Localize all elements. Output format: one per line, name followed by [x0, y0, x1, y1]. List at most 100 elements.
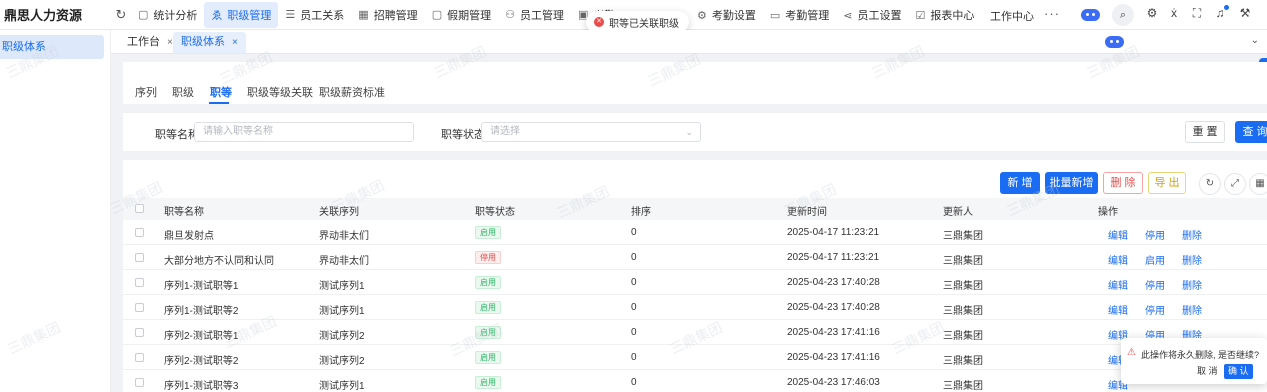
column-header[interactable]: 职等名称 — [164, 203, 204, 218]
chevron-down-icon[interactable]: ⌄ — [1251, 35, 1259, 46]
share-icon: ⋖ — [843, 9, 853, 22]
edit-link[interactable]: 编辑 — [1108, 277, 1128, 292]
subtab-rank-grade-link[interactable]: 职级等级关联 — [247, 84, 313, 100]
tab-rank-system[interactable]: 职级体系 × — [173, 32, 246, 53]
column-header[interactable]: 职等状态 — [475, 203, 515, 218]
export-button[interactable]: 导 出 — [1148, 172, 1186, 194]
grade-name-cell: 序列1-测试职等1 — [164, 281, 239, 292]
page-tabs: 工作台 × 职级体系 × ⌄ — [111, 30, 1267, 54]
row-checkbox[interactable] — [135, 353, 144, 362]
report-icon: ☑ — [915, 9, 926, 22]
grade-status-select[interactable]: 请选择 ⌄ — [481, 122, 701, 142]
grade-name-label: 职等名称 — [155, 129, 199, 141]
nav-item-leave[interactable]: ▢ 假期管理 — [425, 2, 498, 28]
order-cell: 0 — [631, 377, 637, 388]
grade-name-input[interactable]: 请输入职等名称 — [194, 122, 414, 142]
wrench-icon[interactable]: ⚒ — [1237, 6, 1253, 20]
nav-item-rank-management[interactable]: ゑ职级管理 — [204, 1, 279, 28]
toggle-status-link[interactable]: 启用 — [1145, 252, 1165, 267]
nav-item-statistics[interactable]: ▢ 统计分析 — [131, 2, 204, 28]
delete-link[interactable]: 删除 — [1182, 252, 1202, 267]
refresh-icon[interactable]: ↻ — [111, 7, 131, 23]
grade-name-cell: 序列2-测试职等1 — [164, 331, 239, 342]
delete-confirm-popover: ⚠ 此操作将永久删除, 是否继续? 取 消 确 认 — [1121, 338, 1267, 384]
delete-link[interactable]: 删除 — [1182, 227, 1202, 242]
filter-bar: 职等名称 请输入职等名称 职等状态 请选择 ⌄ 重 置 查 询 — [123, 113, 1267, 151]
updated-by-cell: 三鼎集团 — [943, 306, 983, 317]
status-badge: 启用 — [475, 376, 501, 389]
settings-icon[interactable]: ⚙ — [1144, 6, 1160, 20]
nav-item-report-center[interactable]: ☑ 报表中心 — [909, 2, 982, 28]
updated-by-cell: 三鼎集团 — [943, 381, 983, 392]
gear-icon: ⚙ — [697, 9, 707, 22]
translate-icon[interactable]: ẋ — [1166, 6, 1182, 20]
search-icon[interactable]: ⌕ — [1112, 4, 1134, 26]
tab-workbench[interactable]: 工作台 × — [119, 32, 181, 53]
row-checkbox[interactable] — [135, 253, 144, 262]
grade-name-cell: 序列1-测试职等2 — [164, 306, 239, 317]
row-checkbox[interactable] — [135, 278, 144, 287]
edit-link[interactable]: 编辑 — [1108, 252, 1128, 267]
toggle-status-link[interactable]: 停用 — [1145, 277, 1165, 292]
status-badge: 启用 — [475, 276, 501, 289]
column-header[interactable]: 排序 — [631, 203, 651, 218]
toggle-status-link[interactable]: 停用 — [1145, 227, 1165, 242]
nav-item-employees[interactable]: ⚇ 员工管理 — [498, 2, 571, 28]
close-icon[interactable]: × — [167, 37, 173, 48]
nav-item-employee-settings[interactable]: ⋖ 员工设置 — [836, 2, 908, 28]
column-header[interactable]: 关联序列 — [319, 203, 359, 218]
subtab-sequence[interactable]: 序列 — [135, 84, 157, 100]
edit-link[interactable]: 编辑 — [1108, 227, 1128, 242]
row-checkbox[interactable] — [135, 303, 144, 312]
row-checkbox[interactable] — [135, 378, 144, 387]
hierarchy-icon: ゑ — [211, 9, 223, 22]
assistant-robot-icon[interactable] — [1081, 9, 1100, 21]
confirm-button[interactable]: 确 认 — [1224, 364, 1253, 379]
updated-by-cell: 三鼎集团 — [943, 331, 983, 342]
nav-item-recruitment[interactable]: ▦ 招聘管理 — [351, 2, 424, 28]
subtab-rank-salary[interactable]: 职级薪资标准 — [319, 84, 385, 100]
sequence-cell: 测试序列2 — [319, 331, 365, 342]
subtab-grade[interactable]: 职等 — [210, 84, 232, 100]
status-badge: 启用 — [475, 351, 501, 364]
assistant-robot-icon[interactable] — [1105, 36, 1124, 48]
notification-dot — [1224, 5, 1229, 10]
add-button[interactable]: 新 增 — [1000, 172, 1040, 194]
column-header[interactable]: 更新时间 — [787, 203, 827, 218]
updated-by-cell: 三鼎集团 — [943, 356, 983, 367]
row-checkbox[interactable] — [135, 228, 144, 237]
subtab-rank[interactable]: 职级 — [172, 84, 194, 100]
delete-link[interactable]: 删除 — [1182, 302, 1202, 317]
fullscreen-icon[interactable]: ⤢ — [1224, 173, 1246, 195]
column-header[interactable]: 操作 — [1098, 203, 1118, 218]
nav-item-attendance-settings[interactable]: ⚙ 考勤设置 — [690, 2, 763, 28]
work-center-link[interactable]: 工作中心 — [990, 8, 1034, 24]
search-button[interactable]: 查 询 — [1235, 121, 1267, 143]
cancel-button[interactable]: 取 消 — [1193, 364, 1222, 379]
delete-link[interactable]: 删除 — [1182, 277, 1202, 292]
updated-by-cell: 三鼎集团 — [943, 281, 983, 292]
column-header[interactable]: 更新人 — [943, 203, 973, 218]
edit-link[interactable]: 编辑 — [1108, 302, 1128, 317]
nav-item-employee-relations[interactable]: ☰ 员工关系 — [278, 2, 351, 28]
updated-by-cell: 三鼎集团 — [943, 256, 983, 267]
nav-item-attendance-management[interactable]: ▭ 考勤管理 — [763, 2, 836, 28]
sequence-cell: 测试序列2 — [319, 356, 365, 367]
select-all-checkbox[interactable] — [135, 204, 144, 213]
refresh-icon[interactable]: ↻ — [1199, 173, 1221, 195]
fullscreen-icon[interactable]: ⛶ — [1189, 6, 1205, 21]
more-icon[interactable]: ··· — [1044, 6, 1060, 21]
close-icon[interactable]: × — [232, 37, 238, 48]
list-icon: ☰ — [285, 9, 296, 21]
columns-icon[interactable]: ▦ — [1249, 173, 1267, 195]
status-badge: 启用 — [475, 301, 501, 314]
table-row: 序列1-测试职等3 测试序列1 启用 0 2025-04-23 17:46:03 三鼎集团… — [123, 370, 1267, 392]
table-row: 序列1-测试职等1 测试序列1 启用 0 2025-04-23 17:40:28 三鼎集团… — [123, 270, 1267, 295]
toggle-status-link[interactable]: 停用 — [1145, 302, 1165, 317]
reset-button[interactable]: 重 置 — [1185, 121, 1225, 143]
sidebar-item-rank-system[interactable]: 职级体系 — [0, 35, 104, 59]
batch-add-button[interactable]: 批量新增 — [1045, 172, 1098, 194]
delete-button[interactable]: 删 除 — [1103, 172, 1143, 194]
error-icon: ✕ — [594, 17, 604, 27]
row-checkbox[interactable] — [135, 328, 144, 337]
